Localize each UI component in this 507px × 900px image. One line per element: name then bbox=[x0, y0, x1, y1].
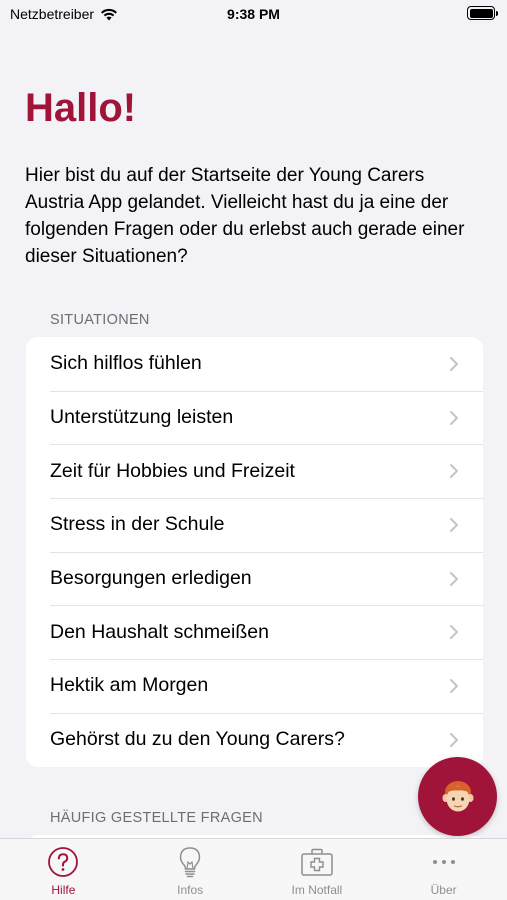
chevron-right-icon bbox=[450, 410, 458, 425]
intro-text: Hier bist du auf der Startseite der Youn… bbox=[25, 165, 465, 267]
situations-list: Sich hilflos fühlen Unterstützung leiste… bbox=[26, 337, 483, 767]
list-item[interactable]: Sich hilflos fühlen bbox=[26, 337, 483, 391]
chevron-right-icon bbox=[450, 732, 458, 747]
tab-label: Über bbox=[430, 883, 457, 897]
list-item[interactable]: Den Haushalt schmeißen bbox=[26, 605, 483, 659]
list-item-label: Gehörst du zu den Young Carers? bbox=[50, 728, 345, 751]
tab-ueber[interactable]: Über bbox=[380, 839, 507, 900]
list-item-label: Stress in der Schule bbox=[50, 513, 225, 536]
tab-hilfe[interactable]: Hilfe bbox=[0, 839, 127, 900]
tab-label: Hilfe bbox=[51, 883, 76, 897]
person-emoji-icon bbox=[442, 780, 473, 811]
list-item[interactable]: Zeit für Hobbies und Freizeit bbox=[26, 444, 483, 498]
tab-label: Infos bbox=[177, 883, 204, 897]
list-item-label: Zeit für Hobbies und Freizeit bbox=[50, 459, 295, 482]
chevron-right-icon bbox=[450, 678, 458, 693]
list-item[interactable]: Hektik am Morgen bbox=[26, 659, 483, 713]
list-item-label: Hektik am Morgen bbox=[50, 674, 209, 697]
avatar-button[interactable] bbox=[418, 757, 497, 836]
chevron-right-icon bbox=[450, 464, 458, 479]
tab-label: Im Notfall bbox=[291, 883, 343, 897]
question-circle-icon bbox=[46, 845, 80, 879]
tab-bar: Hilfe Infos Im Notfall Über bbox=[0, 838, 507, 900]
ellipsis-icon bbox=[427, 845, 461, 879]
list-item-label: Den Haushalt schmeißen bbox=[50, 620, 269, 643]
chevron-right-icon bbox=[450, 517, 458, 532]
list-item-label: Sich hilflos fühlen bbox=[50, 352, 202, 375]
list-item[interactable]: Stress in der Schule bbox=[26, 498, 483, 552]
list-item-label: Unterstützung leisten bbox=[50, 406, 234, 429]
chevron-right-icon bbox=[450, 625, 458, 640]
list-item[interactable]: Besorgungen erledigen bbox=[26, 551, 483, 606]
list-item[interactable]: Gehörst du zu den Young Carers? bbox=[26, 712, 483, 767]
situations-header: SITUATIONEN bbox=[50, 312, 150, 328]
list-item[interactable]: Unterstützung leisten bbox=[26, 390, 483, 445]
lightbulb-icon bbox=[173, 845, 207, 879]
list-item-label: Besorgungen erledigen bbox=[50, 567, 252, 590]
page-title: Hallo! bbox=[25, 86, 137, 130]
tab-infos[interactable]: Infos bbox=[127, 839, 254, 900]
chevron-right-icon bbox=[450, 571, 458, 586]
faq-header: HÄUFIG GESTELLTE FRAGEN bbox=[50, 810, 263, 826]
chevron-right-icon bbox=[450, 356, 458, 371]
main-content[interactable]: Hallo! Hier bist du auf der Startseite d… bbox=[0, 0, 507, 838]
tab-im-notfall[interactable]: Im Notfall bbox=[254, 839, 381, 900]
medical-kit-icon bbox=[300, 845, 334, 879]
